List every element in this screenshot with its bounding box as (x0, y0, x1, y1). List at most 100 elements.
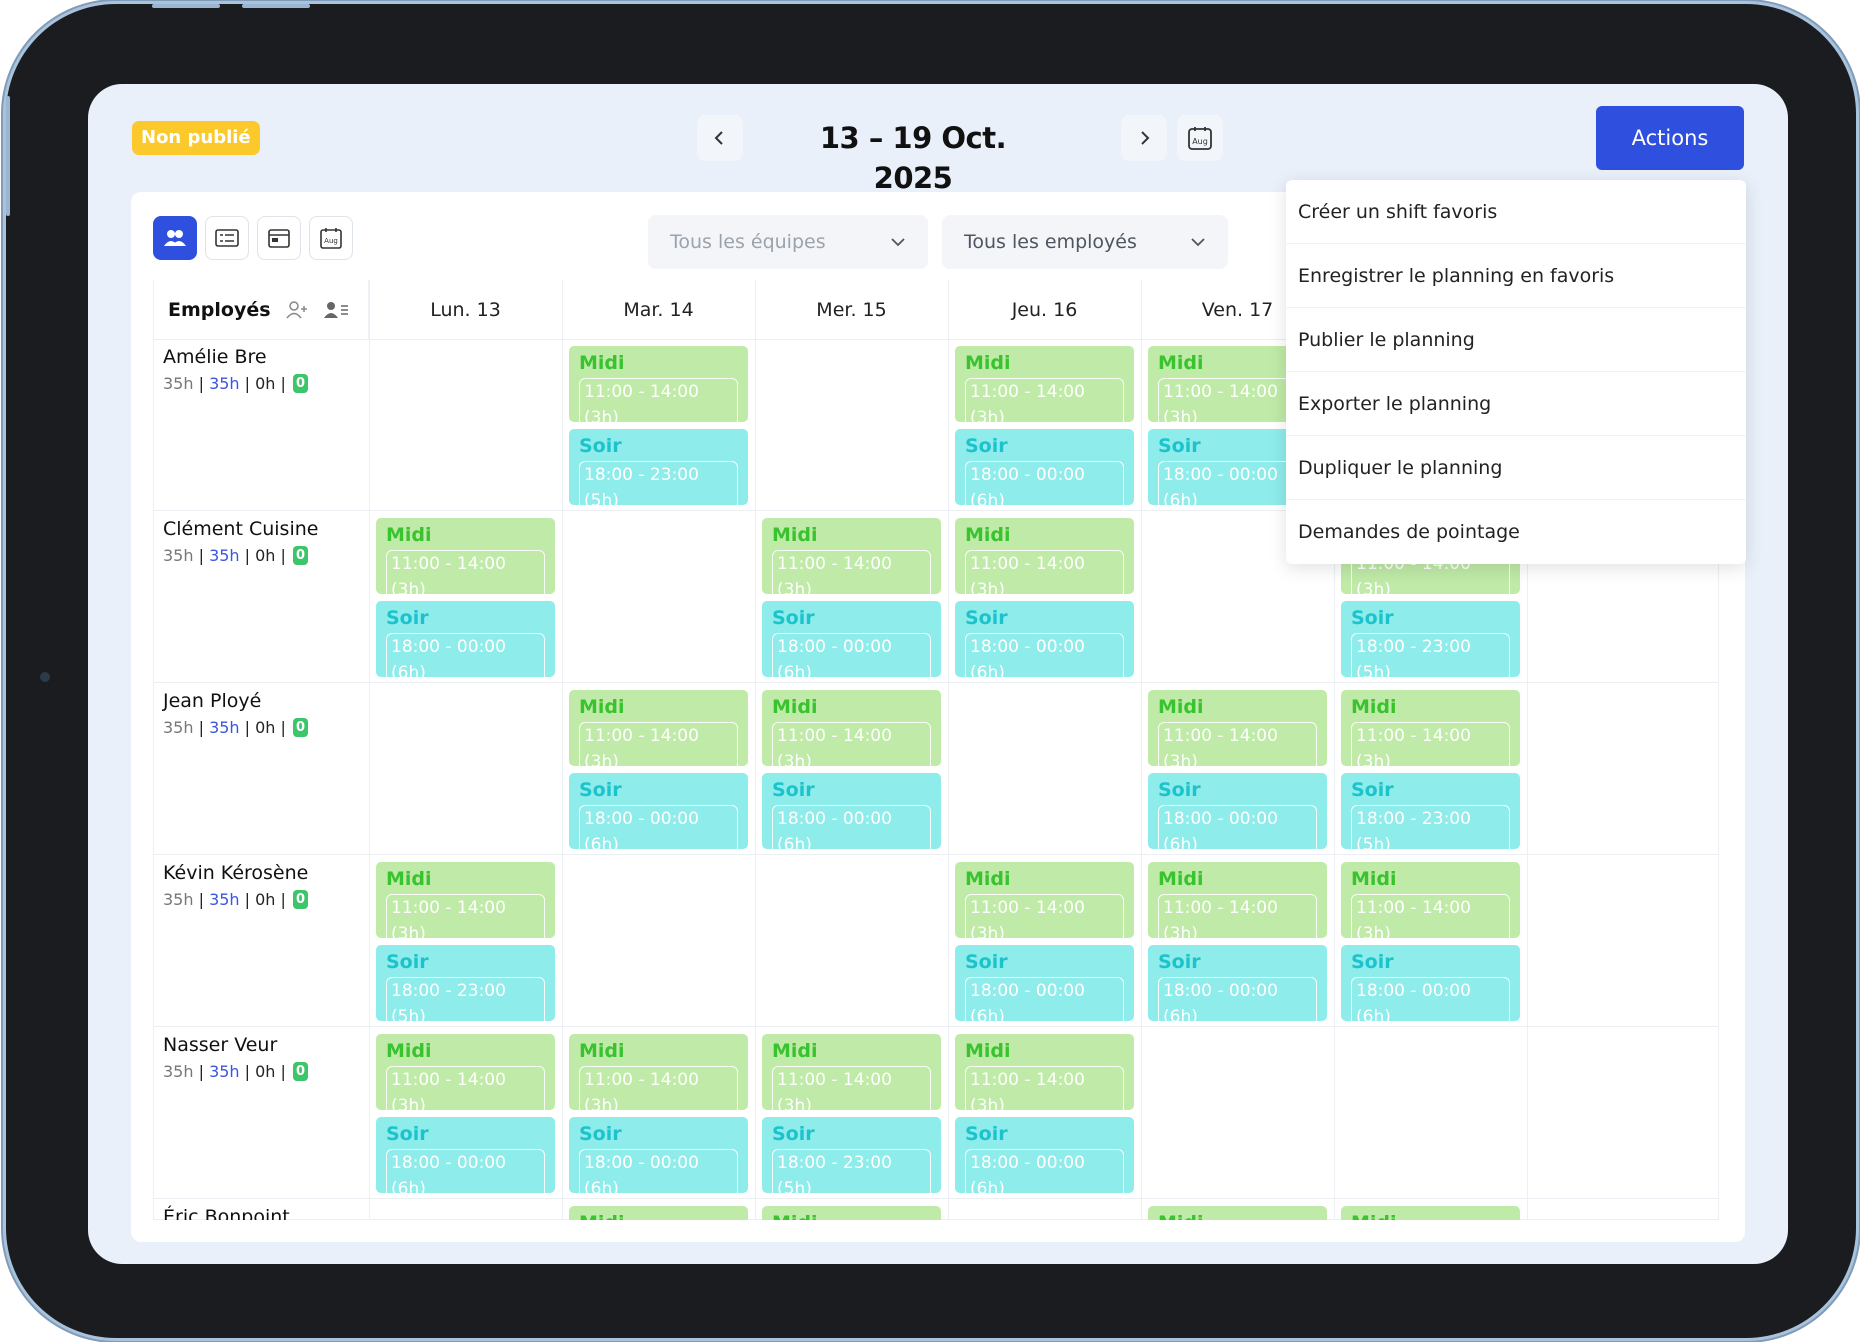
shift-time: 11:00 - 14:00 (3h) (1158, 894, 1317, 948)
midi-shift-block[interactable]: Midi 11:00 - 14:00 (3h) (955, 518, 1134, 604)
menu-item-clock-requests[interactable]: Demandes de pointage (1286, 500, 1746, 564)
month-view-button[interactable]: Aug (309, 216, 353, 260)
soir-shift-block[interactable]: Soir 18:00 - 23:00 (5h) (1341, 773, 1520, 859)
employee-name[interactable]: Nasser Veur (163, 1034, 277, 1056)
month-view-icon: Aug (320, 228, 342, 249)
midi-shift-block[interactable]: Midi 11:00 - 14:00 (3h) (569, 690, 748, 776)
team-view-button[interactable] (153, 216, 197, 260)
midi-shift-block[interactable]: Midi (1341, 1206, 1520, 1220)
shift-label: Soir (386, 607, 429, 629)
shift-label: Midi (1158, 1212, 1317, 1220)
employee-name[interactable]: Clément Cuisine (163, 518, 318, 540)
soir-shift-block[interactable]: Soir 18:00 - 00:00 (6h) (376, 601, 555, 687)
shift-time: 11:00 - 14:00 (3h) (1351, 722, 1510, 776)
previous-week-button[interactable] (697, 115, 743, 161)
menu-item-export-planning[interactable]: Exporter le planning (1286, 372, 1746, 436)
soir-shift-block[interactable]: Soir 18:00 - 00:00 (6h) (762, 601, 941, 687)
calendar-picker-button[interactable]: Aug (1177, 115, 1223, 161)
employee-name[interactable]: Éric Bonpoint (163, 1206, 290, 1220)
midi-shift-block[interactable]: Midi (1148, 1206, 1327, 1220)
soir-shift-block[interactable]: Soir 18:00 - 00:00 (6h) (1148, 773, 1327, 859)
soir-shift-block[interactable]: Soir 18:00 - 00:00 (6h) (1341, 945, 1520, 1031)
team-filter-select[interactable]: Tous les équipes (648, 215, 928, 269)
shift-label: Soir (772, 607, 815, 629)
shift-time: 11:00 - 14:00 (3h) (965, 894, 1124, 948)
midi-shift-block[interactable]: Midi 11:00 - 14:00 (3h) (762, 518, 941, 604)
soir-shift-block[interactable]: Soir 18:00 - 00:00 (6h) (1148, 945, 1327, 1031)
shift-label: Midi (1158, 868, 1204, 890)
midi-shift-block[interactable]: Midi 11:00 - 14:00 (3h) (1341, 862, 1520, 948)
shift-time: 18:00 - 23:00 (5h) (386, 977, 545, 1031)
soir-shift-block[interactable]: Soir 18:00 - 00:00 (6h) (955, 429, 1134, 515)
soir-shift-block[interactable]: Soir 18:00 - 23:00 (5h) (1341, 601, 1520, 687)
count-badge: 0 (293, 374, 309, 393)
employee-name[interactable]: Jean Ployé (163, 690, 261, 712)
midi-shift-block[interactable]: Midi (762, 1206, 941, 1220)
menu-item-create-favorite-shift[interactable]: Créer un shift favoris (1286, 180, 1746, 244)
menu-item-save-planning-favorite[interactable]: Enregistrer le planning en favoris (1286, 244, 1746, 308)
employee-filter-select[interactable]: Tous les employés (942, 215, 1228, 269)
midi-shift-block[interactable]: Midi (569, 1206, 748, 1220)
midi-shift-block[interactable]: Midi 11:00 - 14:00 (3h) (955, 862, 1134, 948)
shift-label: Soir (1158, 779, 1201, 801)
midi-shift-block[interactable]: Midi 11:00 - 14:00 (3h) (955, 346, 1134, 432)
grid-line (1141, 280, 1142, 1220)
actions-button[interactable]: Actions (1596, 106, 1744, 170)
next-week-button[interactable] (1121, 115, 1167, 161)
contract-hours: 35h (209, 890, 240, 909)
employee-name[interactable]: Kévin Kérosène (163, 862, 308, 884)
soir-shift-block[interactable]: Soir 18:00 - 00:00 (6h) (955, 1117, 1134, 1203)
add-user-icon[interactable] (285, 300, 309, 320)
midi-shift-block[interactable]: Midi 11:00 - 14:00 (3h) (1341, 690, 1520, 776)
week-view-button[interactable] (257, 216, 301, 260)
midi-shift-block[interactable]: Midi 11:00 - 14:00 (3h) (376, 862, 555, 948)
shift-label: Midi (1351, 696, 1397, 718)
shift-time: 18:00 - 00:00 (6h) (965, 633, 1124, 687)
user-list-icon[interactable] (323, 300, 349, 320)
shift-label: Midi (1158, 696, 1204, 718)
contract-hours: 35h (209, 546, 240, 565)
midi-shift-block[interactable]: Midi 11:00 - 14:00 (3h) (1148, 862, 1327, 948)
soir-shift-block[interactable]: Soir 18:00 - 23:00 (5h) (376, 945, 555, 1031)
extra-hours: 0h (255, 546, 276, 565)
midi-shift-block[interactable]: Midi 11:00 - 14:00 (3h) (376, 518, 555, 604)
midi-shift-block[interactable]: Midi 11:00 - 14:00 (3h) (569, 346, 748, 432)
menu-item-duplicate-planning[interactable]: Dupliquer le planning (1286, 436, 1746, 500)
chevron-left-icon (714, 131, 723, 145)
shift-time: 11:00 - 14:00 (3h) (965, 378, 1124, 432)
soir-shift-block[interactable]: Soir 18:00 - 00:00 (6h) (569, 1117, 748, 1203)
shift-time: 11:00 - 14:00 (3h) (965, 1066, 1124, 1120)
chevron-down-icon (891, 238, 905, 247)
shift-time: 18:00 - 00:00 (6h) (579, 1149, 738, 1203)
soir-shift-block[interactable]: Soir 18:00 - 00:00 (6h) (376, 1117, 555, 1203)
grid-line (948, 280, 949, 1220)
shift-label: Soir (965, 951, 1008, 973)
soir-shift-block[interactable]: Soir 18:00 - 00:00 (6h) (569, 773, 748, 859)
soir-shift-block[interactable]: Soir 18:00 - 23:00 (5h) (569, 429, 748, 515)
shift-time: 11:00 - 14:00 (3h) (579, 378, 738, 432)
soir-shift-block[interactable]: Soir 18:00 - 23:00 (5h) (762, 1117, 941, 1203)
soir-shift-block[interactable]: Soir 18:00 - 00:00 (6h) (955, 945, 1134, 1031)
midi-shift-block[interactable]: Midi 11:00 - 14:00 (3h) (762, 690, 941, 776)
midi-shift-block[interactable]: Midi 11:00 - 14:00 (3h) (376, 1034, 555, 1120)
hardware-button (242, 4, 310, 8)
shift-time: 18:00 - 23:00 (5h) (772, 1149, 931, 1203)
shift-time: 11:00 - 14:00 (3h) (772, 1066, 931, 1120)
grid-line (562, 280, 563, 1220)
soir-shift-block[interactable]: Soir 18:00 - 00:00 (6h) (762, 773, 941, 859)
employee-hours: 35h | 35h | 0h | 0 (163, 374, 309, 393)
shift-time: 11:00 - 14:00 (3h) (579, 1066, 738, 1120)
midi-shift-block[interactable]: Midi 11:00 - 14:00 (3h) (762, 1034, 941, 1120)
midi-shift-block[interactable]: Midi 11:00 - 14:00 (3h) (1148, 690, 1327, 776)
menu-item-publish-planning[interactable]: Publier le planning (1286, 308, 1746, 372)
midi-shift-block[interactable]: Midi 11:00 - 14:00 (3h) (569, 1034, 748, 1120)
chevron-down-icon (1191, 238, 1205, 247)
day-header: Lun. 13 (369, 280, 562, 340)
day-header: Mar. 14 (562, 280, 755, 340)
shift-time: 18:00 - 23:00 (5h) (579, 461, 738, 515)
list-view-button[interactable] (205, 216, 249, 260)
employee-name[interactable]: Amélie Bre (163, 346, 267, 368)
soir-shift-block[interactable]: Soir 18:00 - 00:00 (6h) (955, 601, 1134, 687)
shift-time: 11:00 - 14:00 (3h) (965, 550, 1124, 604)
midi-shift-block[interactable]: Midi 11:00 - 14:00 (3h) (955, 1034, 1134, 1120)
